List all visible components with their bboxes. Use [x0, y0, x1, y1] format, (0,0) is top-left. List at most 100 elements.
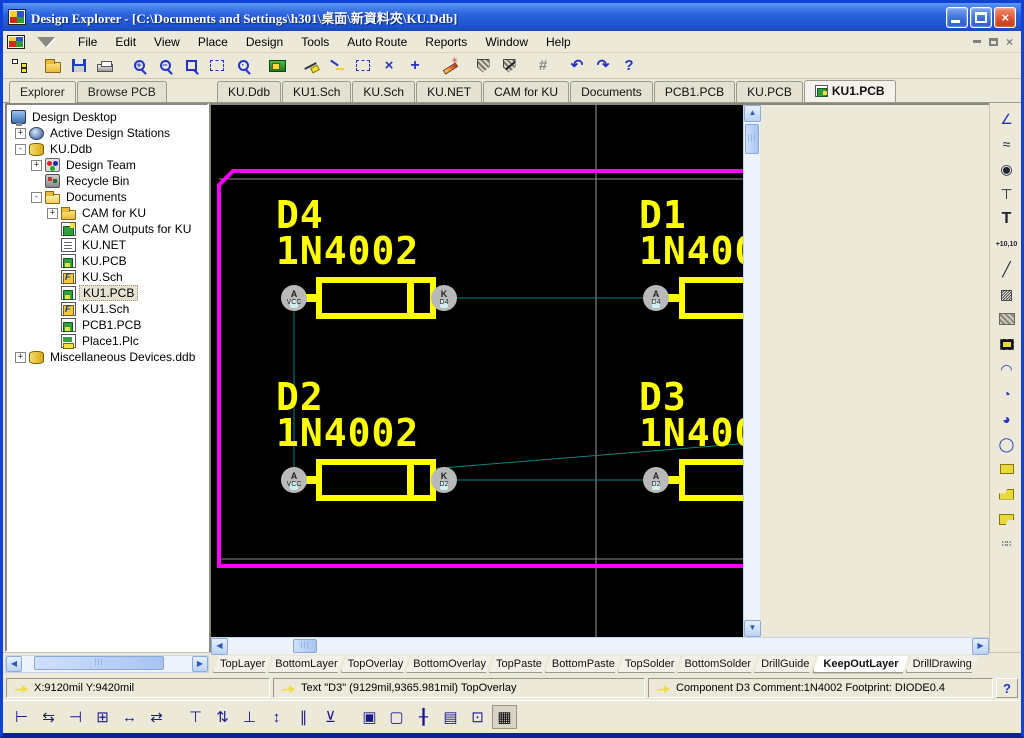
menu-window[interactable]: Window	[476, 33, 537, 51]
silkscreen-value-d4[interactable]: 1N4002	[276, 235, 419, 267]
select-area-button[interactable]	[351, 55, 375, 77]
tree-item-documents[interactable]: - Documents	[7, 189, 207, 205]
layer-tab-drillguide[interactable]: DrillGuide	[754, 656, 816, 673]
vertical-scroll-thumb[interactable]	[745, 124, 759, 154]
any-angle-arc-button[interactable]: ◕	[994, 407, 1020, 431]
tree-item-design-team[interactable]: +Design Team	[7, 157, 207, 173]
app-menu-icon[interactable]	[7, 35, 25, 49]
shove-special-button[interactable]: ▦	[492, 705, 517, 729]
move-to-grid-button[interactable]: ╂	[411, 705, 436, 729]
doc-tab-ku-net[interactable]: KU.NET	[416, 81, 482, 102]
tree-label[interactable]: Documents	[63, 190, 130, 204]
align-bottom-button[interactable]: ⊥	[237, 705, 262, 729]
doc-tab-pcb1-pcb[interactable]: PCB1.PCB	[654, 81, 735, 102]
align-right-button[interactable]: ⊣	[63, 705, 88, 729]
component-d2-footprint[interactable]	[316, 459, 436, 501]
tree-label[interactable]: PCB1.PCB	[79, 318, 144, 332]
silkscreen-ref-d2[interactable]: D2	[276, 381, 324, 413]
tab-browse-pcb[interactable]: Browse PCB	[77, 81, 167, 102]
pad-d2-a[interactable]: AVCC	[281, 467, 307, 493]
tree-item-ku-ddb[interactable]: - KU.Ddb	[7, 141, 207, 157]
arrange-components-button[interactable]: ▤	[438, 705, 463, 729]
pad-d4-a[interactable]: AVCC	[281, 285, 307, 311]
tree-label[interactable]: CAM for KU	[79, 206, 149, 220]
expander-icon[interactable]: +	[15, 128, 26, 139]
decrease-v-spacing-button[interactable]: ⊻	[318, 705, 343, 729]
tree-item-ku1-sch[interactable]: KU1.Sch	[7, 301, 207, 317]
layer-tab-bottomlayer[interactable]: BottomLayer	[268, 656, 344, 673]
doc-tab-ku-sch[interactable]: KU.Sch	[352, 81, 415, 102]
tree-item-cam-for-ku[interactable]: + CAM for KU	[7, 205, 207, 221]
doc-tab-ku-pcb[interactable]: KU.PCB	[736, 81, 803, 102]
pad-d1-a[interactable]: AD4	[643, 285, 669, 311]
tree-item-pcb1-pcb[interactable]: PCB1.PCB	[7, 317, 207, 333]
place-coordinate-button[interactable]: +10,10	[994, 232, 1020, 256]
place-pad-array-button[interactable]: ∷∷	[994, 532, 1020, 556]
tree-item-cam-outputs-for-ku[interactable]: CAM Outputs for KU	[7, 221, 207, 237]
reduce-h-spacing-button[interactable]: ⇄	[144, 705, 169, 729]
tree-label[interactable]: Active Design Stations	[47, 126, 173, 140]
tree-horizontal-scrollbar[interactable]: ◀ ▶	[5, 655, 209, 673]
menu-view[interactable]: View	[145, 33, 189, 51]
scroll-left-button[interactable]: ◀	[211, 638, 228, 655]
mdi-restore-button[interactable]	[989, 38, 998, 46]
minimize-button[interactable]	[946, 7, 968, 28]
zoom-point-button[interactable]: ·	[231, 55, 255, 77]
silkscreen-value-d2[interactable]: 1N4002	[276, 417, 419, 449]
horizontal-scroll-thumb[interactable]	[293, 639, 317, 653]
scroll-right-button[interactable]: ▶	[972, 638, 989, 655]
align-left-button[interactable]: ⊢	[9, 705, 34, 729]
save-button[interactable]	[67, 55, 91, 77]
tree-label[interactable]: KU.Ddb	[47, 142, 95, 156]
grid-toggle-button[interactable]: #	[531, 55, 555, 77]
set-origin-button[interactable]: ▨	[994, 282, 1020, 306]
align-top-button[interactable]: ⊤	[183, 705, 208, 729]
expander-icon[interactable]: -	[31, 192, 42, 203]
expander-icon[interactable]: -	[15, 144, 26, 155]
place-component-button[interactable]	[994, 332, 1020, 356]
place-polygon-button[interactable]	[994, 482, 1020, 506]
silkscreen-value-d1[interactable]: 1N4002	[639, 235, 743, 267]
tree-item-ku1-pcb[interactable]: KU1.PCB	[7, 285, 207, 301]
tree-label[interactable]: KU1.Sch	[79, 302, 132, 316]
tree-item-place1-plc[interactable]: Place1.Plc	[7, 333, 207, 349]
layer-tab-keepoutlayer-active[interactable]: KeepOutLayer	[812, 656, 909, 674]
layer-tab-bottomsolder[interactable]: BottomSolder	[677, 656, 758, 673]
deselect-button[interactable]: ×	[377, 55, 401, 77]
print-button[interactable]	[93, 55, 117, 77]
tree-label[interactable]: Design Desktop	[29, 110, 120, 124]
expander-icon[interactable]: +	[15, 352, 26, 363]
tree-label[interactable]: KU.PCB	[79, 254, 130, 268]
tree-label-selected[interactable]: KU1.PCB	[79, 285, 138, 301]
layer-tab-toppaste[interactable]: TopPaste	[489, 656, 549, 673]
layer-tab-topsolder[interactable]: TopSolder	[618, 656, 682, 673]
place-string-button[interactable]: T	[994, 207, 1020, 231]
silkscreen-ref-d3[interactable]: D3	[639, 381, 687, 413]
menu-auto-route[interactable]: Auto Route	[338, 33, 416, 51]
canvas-vertical-scrollbar[interactable]: ▲ ▼	[743, 105, 760, 637]
doc-tab-ku-ddb[interactable]: KU.Ddb	[217, 81, 281, 102]
zoom-out-button[interactable]: −	[153, 55, 177, 77]
place-dimension-button[interactable]: ╱	[994, 257, 1020, 281]
layer-tab-toplayer[interactable]: TopLayer	[213, 656, 272, 673]
tab-explorer[interactable]: Explorer	[9, 81, 76, 103]
tree-item-ku-sch[interactable]: KU.Sch	[7, 269, 207, 285]
shift-left-button[interactable]: ⇆	[36, 705, 61, 729]
doc-tab-ku1-sch[interactable]: KU1.Sch	[282, 81, 351, 102]
doc-tab-cam-for-ku[interactable]: CAM for KU	[483, 81, 569, 102]
zoom-document-button[interactable]	[179, 55, 203, 77]
doc-tab-ku1-pcb-active[interactable]: KU1.PCB	[804, 80, 896, 103]
tree-item-active-design-stations[interactable]: + Active Design Stations	[7, 125, 207, 141]
place-room-button[interactable]	[994, 307, 1020, 331]
edit-track-button[interactable]	[325, 55, 349, 77]
tree-label[interactable]: Miscellaneous Devices.ddb	[47, 350, 198, 364]
tree-item-misc-devices-ddb[interactable]: + Miscellaneous Devices.ddb	[7, 349, 207, 365]
align-v-centers-button[interactable]: ⇅	[210, 705, 235, 729]
interactive-routing-button[interactable]: ∠	[994, 107, 1020, 131]
pad-d3-a[interactable]: AD2	[643, 467, 669, 493]
full-circle-button[interactable]: ◯	[994, 432, 1020, 456]
expander-icon[interactable]: +	[47, 208, 58, 219]
menu-reports[interactable]: Reports	[416, 33, 476, 51]
menu-place[interactable]: Place	[189, 33, 237, 51]
tree-label[interactable]: KU.NET	[79, 238, 129, 252]
